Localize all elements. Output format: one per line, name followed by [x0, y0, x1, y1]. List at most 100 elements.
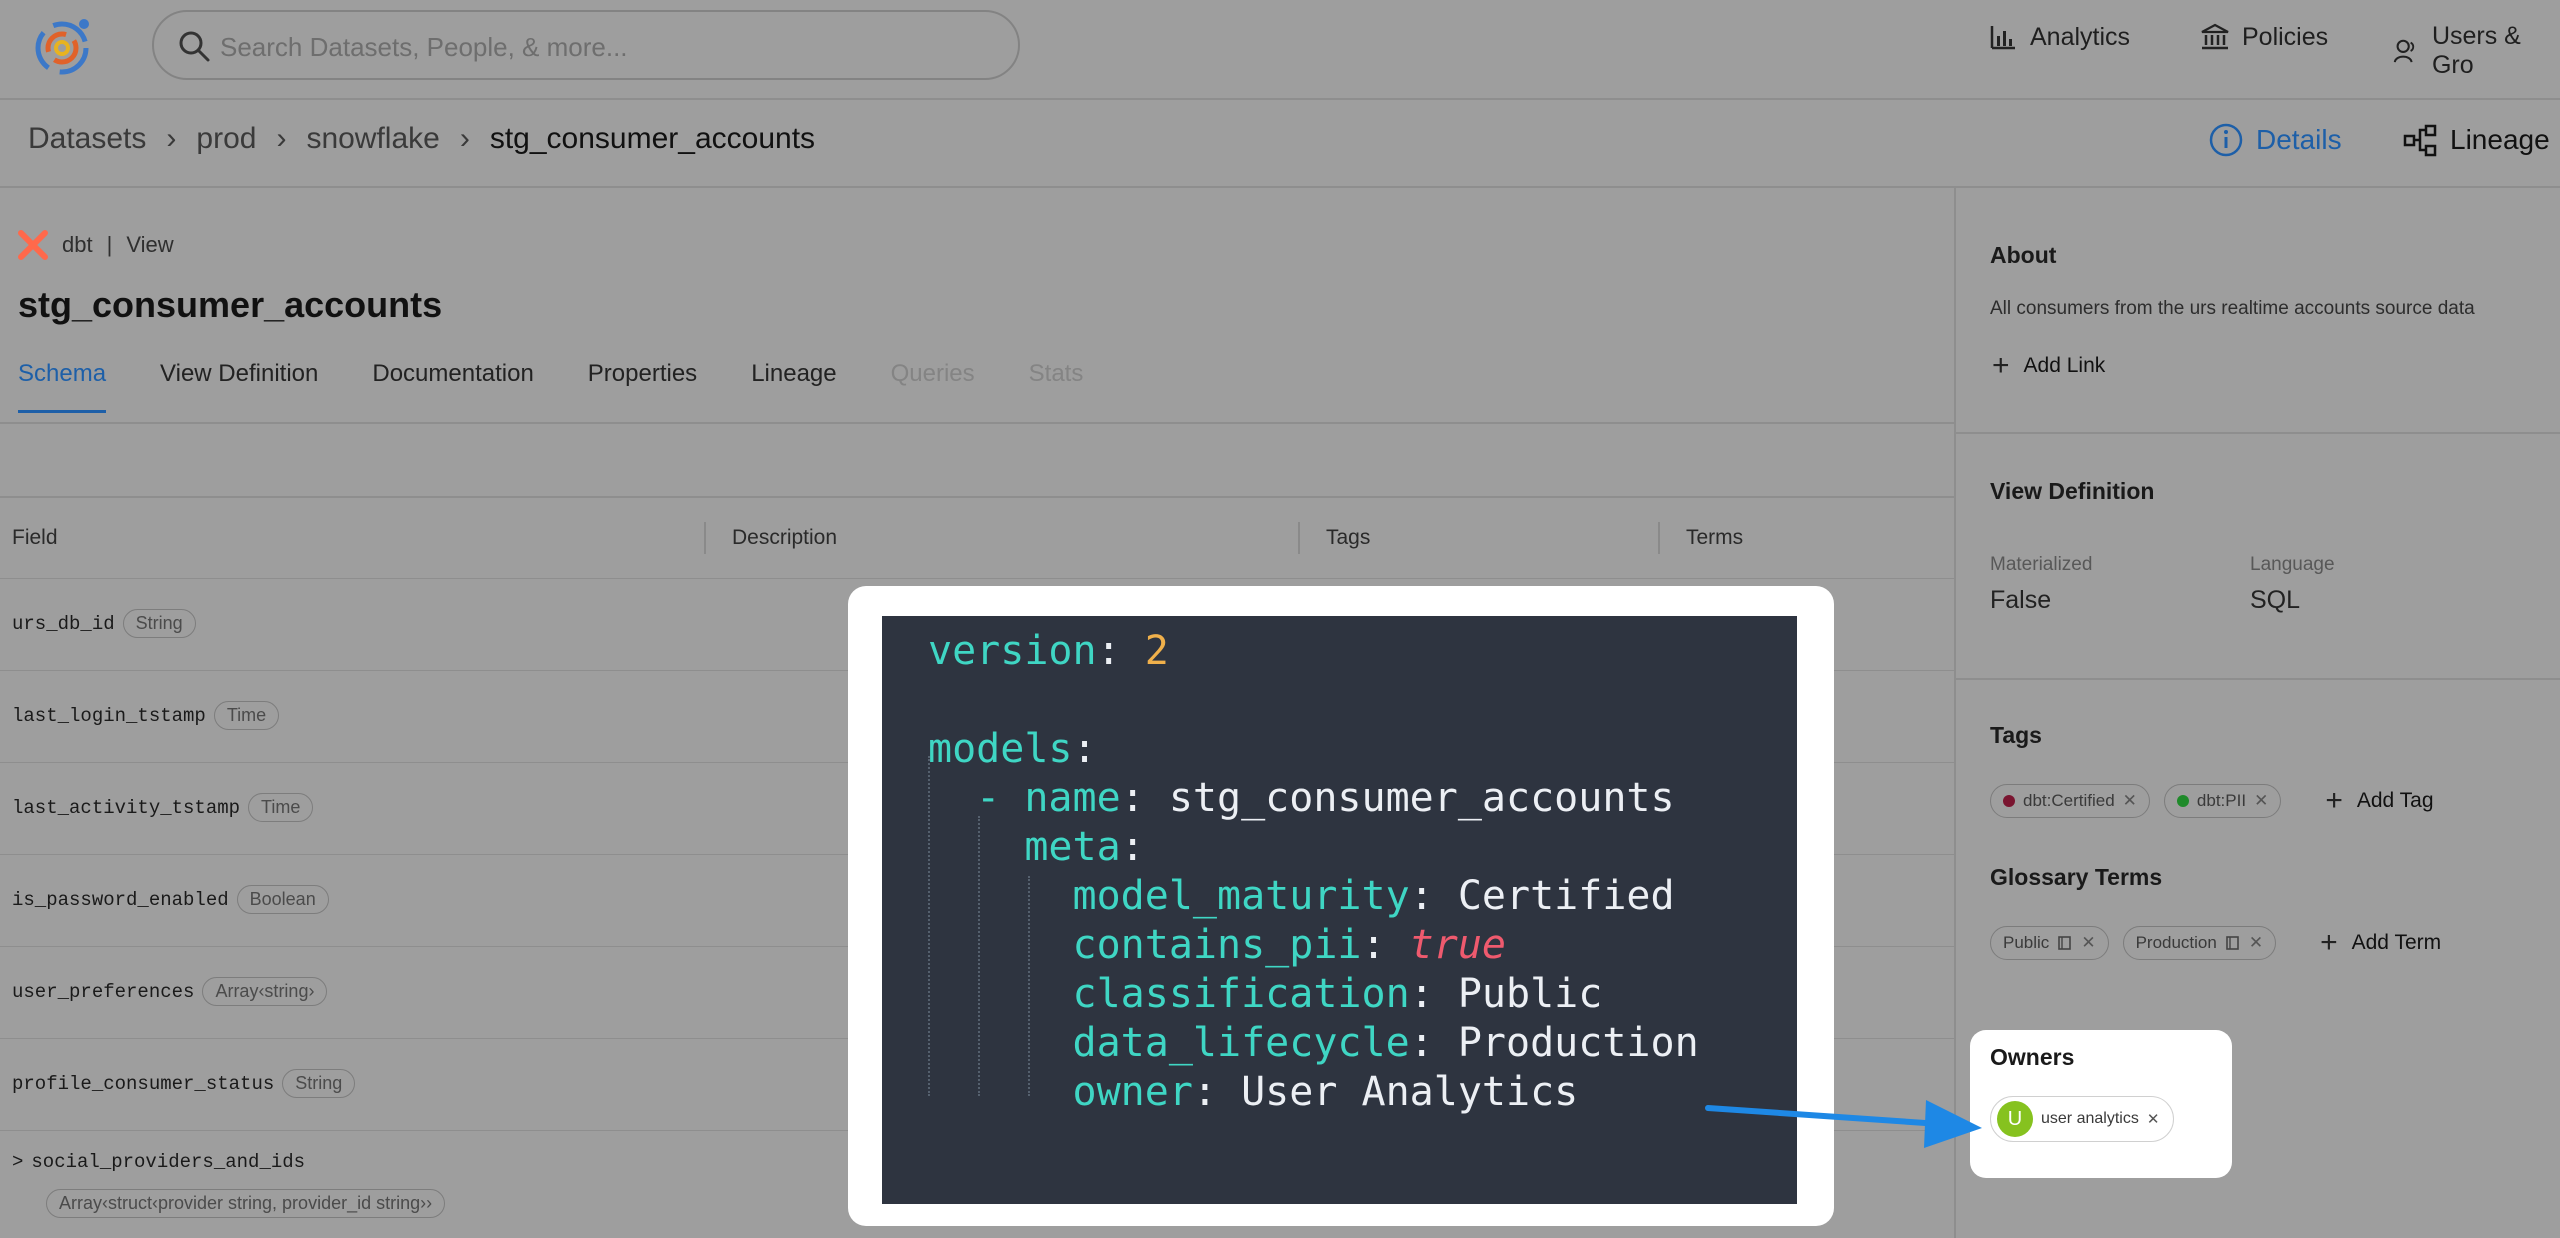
plus-icon: +	[1992, 349, 2010, 382]
tag-label: dbt:PII	[2196, 791, 2247, 810]
code-line: model_maturity: Certified	[1072, 873, 1675, 919]
field-type-badge: Array‹struct‹provider string, provider_i…	[46, 1189, 446, 1218]
yaml-value: User Analytics	[1241, 1069, 1579, 1115]
term-label: Public	[2003, 933, 2050, 952]
entity-subtype: View	[126, 232, 174, 257]
breadcrumb-item-datasets[interactable]: Datasets	[28, 122, 146, 156]
nav-analytics[interactable]: Analytics	[1988, 22, 2130, 52]
yaml-value: Production	[1457, 1020, 1699, 1066]
field-name: social_providers_and_ids	[31, 1151, 306, 1173]
breadcrumb-separator: ›	[276, 122, 287, 155]
yaml-key: name	[1024, 775, 1121, 821]
tab-queries: Queries	[890, 360, 975, 387]
tab-schema[interactable]: Schema	[18, 360, 107, 413]
field-type-badge: Time	[213, 701, 280, 730]
field-type-badge: Array‹string›	[202, 977, 328, 1006]
glossary-terms-list: Public ✕ Production ✕ + Add Term	[1990, 926, 2441, 960]
add-link-label: Add Link	[2023, 354, 2106, 377]
lineage-icon	[2403, 124, 2437, 157]
plus-icon: +	[2320, 926, 2338, 959]
yaml-value: stg_consumer_accounts	[1168, 775, 1675, 821]
yaml-key: meta	[1024, 824, 1121, 870]
search-input[interactable]: Search Datasets, People, & more...	[152, 10, 1020, 80]
details-toggle-button[interactable]: Details	[2208, 122, 2342, 158]
owners-title: Owners	[1990, 1044, 2075, 1070]
field-type-badge: Boolean	[236, 885, 329, 914]
yaml-value: 2	[1144, 628, 1169, 674]
code-line: owner: User Analytics	[1072, 1069, 1579, 1115]
platform-divider: |	[106, 232, 113, 257]
materialized-label: Materialized	[1990, 554, 2093, 575]
bar-chart-icon	[1990, 26, 2015, 50]
field-name: user_preferences	[12, 980, 195, 1003]
tab-properties[interactable]: Properties	[588, 360, 697, 413]
tag-chip[interactable]: dbt:Certified ✕	[1990, 784, 2150, 818]
add-tag-button[interactable]: + Add Tag	[2325, 784, 2434, 817]
column-header-tags[interactable]: Tags	[1326, 526, 1370, 550]
breadcrumb-item-snowflake[interactable]: snowflake	[306, 122, 439, 156]
tags-list: dbt:Certified ✕ dbt:PII ✕ + Add Tag	[1990, 784, 2434, 818]
column-header-terms[interactable]: Terms	[1686, 526, 1743, 550]
nav-users-groups[interactable]: Users & Gro	[2392, 22, 2560, 80]
dbt-icon	[18, 230, 48, 260]
field-type-badge: String	[122, 609, 196, 638]
field-name: is_password_enabled	[12, 888, 229, 911]
term-chip[interactable]: Production ✕	[2122, 926, 2277, 960]
platform-name: dbt	[62, 232, 93, 257]
add-term-label: Add Term	[2351, 931, 2442, 954]
breadcrumb-item-prod[interactable]: prod	[196, 122, 256, 156]
entity-title: stg_consumer_accounts	[18, 284, 443, 325]
lineage-toggle-button[interactable]: Lineage	[2402, 122, 2550, 158]
yaml-key: version	[928, 628, 1097, 674]
code-line: contains_pii: true	[1072, 922, 1506, 968]
remove-term-icon[interactable]: ✕	[2249, 933, 2263, 953]
nav-policies[interactable]: Policies	[2200, 22, 2328, 52]
code-line: - name: stg_consumer_accounts	[976, 775, 1675, 821]
tag-chip[interactable]: dbt:PII ✕	[2163, 784, 2282, 818]
breadcrumb-separator: ›	[459, 122, 470, 155]
code-line: data_lifecycle: Production	[1072, 1020, 1699, 1066]
tags-title: Tags	[1990, 722, 2042, 748]
search-icon	[179, 31, 210, 62]
tab-view-definition[interactable]: View Definition	[160, 360, 318, 413]
owner-chip[interactable]: U user analytics ✕	[1990, 1096, 2175, 1142]
owner-name: user analytics	[2041, 1110, 2139, 1127]
add-tag-label: Add Tag	[2356, 789, 2434, 812]
yaml-value: Public	[1457, 971, 1603, 1017]
about-title: About	[1990, 242, 2057, 268]
yaml-key: data_lifecycle	[1072, 1020, 1410, 1066]
breadcrumb-bar: Datasets › prod › snowflake › stg_consum…	[0, 98, 2560, 188]
plus-icon: +	[2325, 784, 2343, 817]
tab-documentation[interactable]: Documentation	[372, 360, 533, 413]
language-label: Language	[2250, 554, 2335, 575]
remove-tag-icon[interactable]: ✕	[2123, 791, 2137, 811]
term-label: Production	[2135, 933, 2217, 952]
code-line: meta:	[1024, 824, 1145, 870]
owners-section: Owners U user analytics ✕	[1970, 1030, 2232, 1178]
yaml-key: classification	[1072, 971, 1410, 1017]
details-label: Details	[2256, 124, 2342, 155]
term-chip[interactable]: Public ✕	[1990, 926, 2109, 960]
about-description: All consumers from the urs realtime acco…	[1990, 298, 2475, 319]
tab-lineage[interactable]: Lineage	[751, 360, 836, 413]
add-term-button[interactable]: + Add Term	[2320, 926, 2442, 959]
column-header-field[interactable]: Field	[12, 526, 58, 550]
table-top-border	[0, 496, 1954, 498]
field-type-badge: Time	[248, 793, 314, 822]
yaml-list-dash: -	[976, 775, 1025, 821]
code-line: models:	[928, 726, 1097, 772]
remove-term-icon[interactable]: ✕	[2081, 933, 2095, 953]
column-header-description[interactable]: Description	[732, 526, 837, 550]
yaml-value: Certified	[1457, 873, 1675, 919]
sidebar-divider	[1956, 678, 2560, 680]
datahub-logo-icon[interactable]	[26, 10, 98, 82]
bank-icon	[2201, 23, 2229, 50]
remove-tag-icon[interactable]: ✕	[2254, 791, 2268, 811]
remove-owner-icon[interactable]: ✕	[2147, 1110, 2160, 1128]
breadcrumb: Datasets › prod › snowflake › stg_consum…	[28, 122, 815, 156]
code-line: classification: Public	[1072, 971, 1603, 1017]
add-link-button[interactable]: + Add Link	[1992, 349, 2106, 382]
yaml-value: true	[1409, 922, 1506, 968]
expand-chevron-icon[interactable]: >	[12, 1151, 23, 1173]
field-name: last_login_tstamp	[12, 704, 206, 727]
